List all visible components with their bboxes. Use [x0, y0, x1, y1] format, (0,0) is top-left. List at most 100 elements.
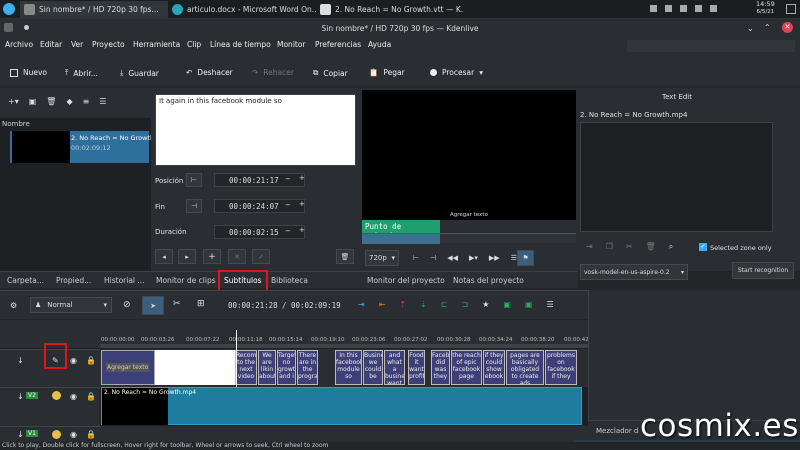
subtitle-clip[interactable]: Facebook did was they	[431, 350, 450, 385]
set-out-icon[interactable]: ⊣	[430, 254, 436, 262]
menu-icon[interactable]: ☰	[99, 97, 106, 106]
collapse-icon[interactable]: ↓	[17, 356, 24, 365]
subtitle-clip[interactable]: the reach of epic facebook page	[451, 350, 482, 385]
subtitle-clip[interactable]: problems on facebook if they	[545, 350, 577, 385]
mix-icon[interactable]: ▣	[525, 300, 533, 309]
next-subtitle-button[interactable]: ▸	[178, 249, 196, 264]
clock[interactable]: 14:59 6/5/21	[756, 0, 775, 16]
spacer-tool-icon[interactable]: ⊞	[197, 299, 205, 309]
apply-subtitle-button[interactable]: ✓	[252, 249, 270, 264]
eye-icon[interactable]: ◉	[70, 430, 77, 439]
play-icon[interactable]: ▶▾	[469, 254, 478, 262]
menu-herramienta[interactable]: Herramienta	[133, 40, 180, 49]
subtitle-clip-selected[interactable]: Agregar texto	[101, 350, 155, 385]
lift-icon[interactable]: ⇡	[399, 300, 406, 309]
snap-off-icon[interactable]: ⊘	[123, 300, 131, 310]
subtitle-clip[interactable]: In this facebook module so	[335, 350, 362, 385]
subtitle-clip[interactable]: pages are basically obligated to create …	[506, 350, 544, 385]
filter-icon[interactable]: ≡	[83, 97, 90, 106]
zone-icon[interactable]: ⊏	[441, 300, 448, 309]
show-desktop-icon[interactable]	[786, 4, 796, 14]
timeline-menu-icon[interactable]: ☰	[547, 300, 554, 309]
tab-monitor-de-clips[interactable]: Monitor de clips	[156, 276, 216, 285]
lock-icon[interactable]: 🔒	[86, 392, 96, 401]
minimize-icon[interactable]: ⌄	[747, 24, 754, 33]
taskbar-tab-word[interactable]: articulo.docx - Microsoft Word On...	[168, 1, 316, 18]
end-decrement[interactable]: −	[285, 201, 291, 209]
tab-propiedades[interactable]: Propied...	[56, 276, 91, 285]
open-button[interactable]: ⤒ Abrir...	[65, 68, 98, 78]
copy-button[interactable]: ⧉ Copiar	[313, 68, 348, 78]
save-button[interactable]: ⤓ Guardar	[120, 68, 159, 78]
zone-end-icon[interactable]: ⊐	[462, 300, 469, 309]
subtitle-text-input[interactable]: It again in this facebook module so	[155, 94, 356, 166]
subtitle-clip[interactable]: Recom to the next video	[235, 350, 257, 385]
razor-tool-icon[interactable]: ✂	[173, 299, 181, 309]
forward-icon[interactable]: ▶▶	[489, 254, 500, 262]
collapse-icon[interactable]: ↓	[17, 430, 24, 439]
text-edit-area[interactable]	[580, 122, 773, 232]
extract-icon[interactable]: ⇣	[420, 300, 427, 309]
wifi-icon[interactable]	[695, 5, 702, 12]
menu-proyecto[interactable]: Proyecto	[92, 40, 125, 49]
marker-button[interactable]: ⚑	[517, 250, 534, 266]
select-tool-button[interactable]: ➤	[142, 296, 164, 315]
cut-icon[interactable]: ✂	[626, 242, 633, 252]
favorite-icon[interactable]: ★	[482, 300, 489, 309]
position-decrement[interactable]: −	[285, 175, 291, 183]
overwrite-icon[interactable]: ⇤	[379, 300, 386, 309]
tab-notas-del-proyecto[interactable]: Notas del proyecto	[453, 276, 524, 285]
subtitle-clip[interactable]: We are likin about	[258, 350, 276, 385]
bin-clip-item[interactable]: 2. No Reach = No Growth 00:02:09:12	[10, 131, 154, 163]
start-recognition-button[interactable]: Start recognition	[732, 262, 794, 279]
resolution-select[interactable]: 720p ▾	[365, 250, 399, 266]
redo-button[interactable]: ↷ Rehacer	[252, 68, 294, 77]
tray-icon[interactable]	[665, 5, 672, 12]
effects-star-icon[interactable]	[52, 391, 61, 400]
end-increment[interactable]: +	[299, 200, 305, 208]
subtitle-clip[interactable]: There are in the program	[297, 350, 318, 385]
edit-mode-select[interactable]: ♟ Normal ▾	[30, 297, 112, 313]
menu-ver[interactable]: Ver	[71, 40, 83, 49]
video-track-name[interactable]: V2	[26, 392, 38, 399]
menu-archivo[interactable]: Archivo	[5, 40, 33, 49]
set-position-button[interactable]: ⊢	[186, 173, 202, 187]
subtitle-clip[interactable]: if they could show ebook	[483, 350, 505, 385]
insert-icon[interactable]: ⇥	[358, 300, 365, 309]
selected-zone-checkbox[interactable]: ✓	[699, 243, 707, 251]
volume-icon[interactable]	[680, 5, 687, 12]
trash-icon[interactable]: 🗑	[46, 97, 56, 106]
lock-icon[interactable]: 🔒	[86, 430, 96, 439]
tab-monitor-del-proyecto[interactable]: Monitor del proyecto	[367, 276, 445, 285]
paste-button[interactable]: 📋 Pegar	[369, 68, 405, 77]
menu-editar[interactable]: Editar	[40, 40, 62, 49]
trash-subtitle-button[interactable]: 🗑	[336, 249, 354, 264]
render-button[interactable]: Procesar ▾	[430, 68, 483, 77]
timeline-position[interactable]: 00:00:21:28	[228, 301, 278, 310]
effects-star-icon[interactable]	[52, 430, 61, 439]
trash-icon[interactable]: 🗑	[646, 242, 656, 252]
maximize-icon[interactable]: ⌃	[764, 23, 771, 32]
bin-column-header[interactable]: Nombre	[2, 120, 30, 128]
menu-linea-de-tiempo[interactable]: Línea de tiempo	[210, 40, 271, 49]
timeline-settings-icon[interactable]: ⚙	[10, 301, 17, 310]
tab-carpeta[interactable]: Carpeta...	[7, 276, 44, 285]
menu-preferencias[interactable]: Preferencias	[315, 40, 361, 49]
subtitle-clip[interactable]: Target, no growth and i	[277, 350, 296, 385]
position-increment[interactable]: +	[299, 174, 305, 182]
menu-clip[interactable]: Clip	[187, 40, 201, 49]
model-select[interactable]: vosk-model-en-us-aspire-0.2 ▾	[580, 264, 688, 280]
subtitle-clip[interactable]: and what a business want	[384, 350, 405, 385]
split-audio-icon[interactable]: ▣	[503, 300, 511, 309]
search-icon[interactable]: ⌕	[669, 242, 673, 252]
duration-increment[interactable]: +	[299, 226, 305, 234]
menu-monitor[interactable]: Monitor	[277, 40, 306, 49]
folder-icon[interactable]: ▣	[29, 97, 37, 106]
collapse-icon[interactable]: ↓	[17, 392, 24, 401]
eye-icon[interactable]: ◉	[70, 392, 77, 401]
taskbar-tab-vtt[interactable]: 2. No Reach = No Growth.vtt — K...	[316, 1, 464, 18]
undo-button[interactable]: ↶ Deshacer	[186, 68, 233, 77]
tray-icon[interactable]	[650, 5, 657, 12]
tab-historial[interactable]: Historial ...	[104, 276, 145, 285]
monitor-screen[interactable]: Agregar texto	[362, 90, 576, 220]
